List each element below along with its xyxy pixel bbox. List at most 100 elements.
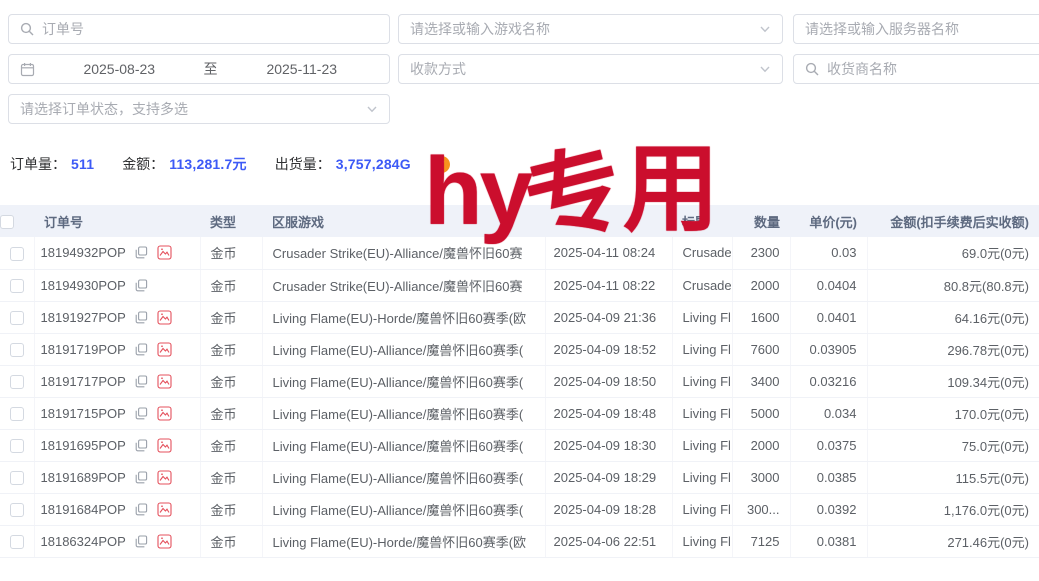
date-end-value[interactable]: 2025-11-23 bbox=[226, 61, 379, 77]
order-type: 金币 bbox=[200, 365, 262, 397]
order-type: 金币 bbox=[200, 429, 262, 461]
copy-icon[interactable] bbox=[135, 503, 148, 516]
row-checkbox[interactable] bbox=[10, 407, 24, 421]
copy-icon[interactable] bbox=[135, 311, 148, 324]
copy-icon[interactable] bbox=[135, 246, 148, 259]
order-time: 2025-04-09 18:28 bbox=[545, 493, 672, 525]
row-checkbox[interactable] bbox=[10, 247, 24, 261]
screenshot-image-icon[interactable] bbox=[157, 534, 172, 549]
row-checkbox[interactable] bbox=[10, 375, 24, 389]
chevron-down-icon[interactable] bbox=[759, 63, 771, 75]
copy-icon[interactable] bbox=[135, 407, 148, 420]
quantity: 300... bbox=[732, 493, 790, 525]
game-name-input[interactable] bbox=[410, 21, 751, 37]
amount: 170.0元(0元) bbox=[867, 397, 1039, 429]
order-number-input[interactable] bbox=[42, 21, 378, 37]
order-type: 金币 bbox=[200, 301, 262, 333]
unit-price: 0.0401 bbox=[790, 301, 867, 333]
screenshot-image-icon[interactable] bbox=[157, 438, 172, 453]
copy-icon[interactable] bbox=[135, 471, 148, 484]
order-type: 金币 bbox=[200, 525, 262, 557]
screenshot-image-icon[interactable] bbox=[157, 502, 172, 517]
help-icon[interactable]: ? bbox=[433, 156, 450, 173]
orders-table: 订单号 类型 区服游戏 标题 数量 单价(元) 金额(扣手续费后实收额) 181… bbox=[0, 205, 1039, 558]
col-header-title: 标题 bbox=[672, 205, 732, 237]
select-all-checkbox[interactable] bbox=[0, 215, 14, 229]
copy-icon[interactable] bbox=[135, 343, 148, 356]
server-name-select[interactable] bbox=[793, 14, 1039, 44]
amount: 115.5元(0元) bbox=[867, 461, 1039, 493]
order-number-search-field[interactable] bbox=[8, 14, 390, 44]
screenshot-image-icon[interactable] bbox=[157, 245, 172, 260]
copy-icon[interactable] bbox=[135, 439, 148, 452]
table-header-row: 订单号 类型 区服游戏 标题 数量 单价(元) 金额(扣手续费后实收额) bbox=[0, 205, 1039, 237]
amount: 80.8元(80.8元) bbox=[867, 269, 1039, 301]
unit-price: 0.0385 bbox=[790, 461, 867, 493]
summary-stats-bar: 订单量： 511 金额： 113,281.7元 出货量： 3,757,284G … bbox=[10, 154, 450, 174]
order-number: 18191717POP bbox=[41, 374, 126, 389]
order-title: Living Fl bbox=[672, 429, 732, 461]
server-name-input[interactable] bbox=[805, 21, 1039, 37]
order-number: 18191695POP bbox=[41, 438, 126, 453]
amount-label: 金额： bbox=[122, 154, 164, 174]
unit-price: 0.03905 bbox=[790, 333, 867, 365]
game-server: Living Flame(EU)-Alliance/魔兽怀旧60赛季( bbox=[262, 365, 545, 397]
screenshot-image-icon[interactable] bbox=[157, 310, 172, 325]
amount: 109.34元(0元) bbox=[867, 365, 1039, 397]
row-checkbox[interactable] bbox=[10, 503, 24, 517]
search-icon bbox=[20, 22, 34, 36]
order-type: 金币 bbox=[200, 397, 262, 429]
receiver-name-search-field[interactable] bbox=[793, 54, 1039, 84]
row-checkbox[interactable] bbox=[10, 471, 24, 485]
row-checkbox[interactable] bbox=[10, 343, 24, 357]
game-server: Living Flame(EU)-Horde/魔兽怀旧60赛季(欧 bbox=[262, 525, 545, 557]
quantity: 2000 bbox=[732, 429, 790, 461]
order-status-multiselect[interactable] bbox=[8, 94, 390, 124]
unit-price: 0.0375 bbox=[790, 429, 867, 461]
unit-price: 0.0381 bbox=[790, 525, 867, 557]
game-server: Living Flame(EU)-Horde/魔兽怀旧60赛季(欧 bbox=[262, 301, 545, 333]
screenshot-image-icon[interactable] bbox=[157, 342, 172, 357]
order-time: 2025-04-09 18:50 bbox=[545, 365, 672, 397]
order-number: 18191715POP bbox=[41, 406, 126, 421]
date-range-picker[interactable]: 2025-08-23 至 2025-11-23 bbox=[8, 54, 390, 84]
screenshot-image-icon[interactable] bbox=[157, 470, 172, 485]
game-server: Living Flame(EU)-Alliance/魔兽怀旧60赛季( bbox=[262, 397, 545, 429]
screenshot-image-icon[interactable] bbox=[157, 374, 172, 389]
receiver-name-input[interactable] bbox=[827, 61, 1039, 77]
order-status-input[interactable] bbox=[20, 101, 358, 117]
date-start-value[interactable]: 2025-08-23 bbox=[43, 61, 196, 77]
row-checkbox[interactable] bbox=[10, 311, 24, 325]
quantity: 1600 bbox=[732, 301, 790, 333]
order-type: 金币 bbox=[200, 493, 262, 525]
row-checkbox[interactable] bbox=[10, 439, 24, 453]
amount: 64.16元(0元) bbox=[867, 301, 1039, 333]
chevron-down-icon[interactable] bbox=[366, 103, 378, 115]
game-name-select[interactable] bbox=[398, 14, 783, 44]
quantity: 7600 bbox=[732, 333, 790, 365]
payment-method-input[interactable] bbox=[410, 61, 751, 77]
copy-icon[interactable] bbox=[135, 279, 148, 292]
order-time: 2025-04-11 08:24 bbox=[545, 237, 672, 269]
order-title: Living Fl bbox=[672, 333, 732, 365]
calendar-icon bbox=[20, 62, 35, 77]
copy-icon[interactable] bbox=[135, 535, 148, 548]
order-number: 18194932POP bbox=[41, 245, 126, 260]
payment-method-select[interactable] bbox=[398, 54, 783, 84]
table-row: 18191715POP 金币 Living Flame(EU)-Alliance… bbox=[0, 397, 1039, 429]
quantity: 3400 bbox=[732, 365, 790, 397]
table-row: 18191717POP 金币 Living Flame(EU)-Alliance… bbox=[0, 365, 1039, 397]
date-range-separator: 至 bbox=[204, 59, 218, 79]
amount: 296.78元(0元) bbox=[867, 333, 1039, 365]
row-checkbox[interactable] bbox=[10, 535, 24, 549]
unit-price: 0.034 bbox=[790, 397, 867, 429]
order-time: 2025-04-09 18:30 bbox=[545, 429, 672, 461]
copy-icon[interactable] bbox=[135, 375, 148, 388]
table-row: 18194932POP 金币 Crusader Strike(EU)-Allia… bbox=[0, 237, 1039, 269]
order-type: 金币 bbox=[200, 269, 262, 301]
order-title: Living Fl bbox=[672, 493, 732, 525]
row-checkbox[interactable] bbox=[10, 279, 24, 293]
screenshot-image-icon[interactable] bbox=[157, 406, 172, 421]
chevron-down-icon[interactable] bbox=[759, 23, 771, 35]
order-title: Crusade bbox=[672, 237, 732, 269]
